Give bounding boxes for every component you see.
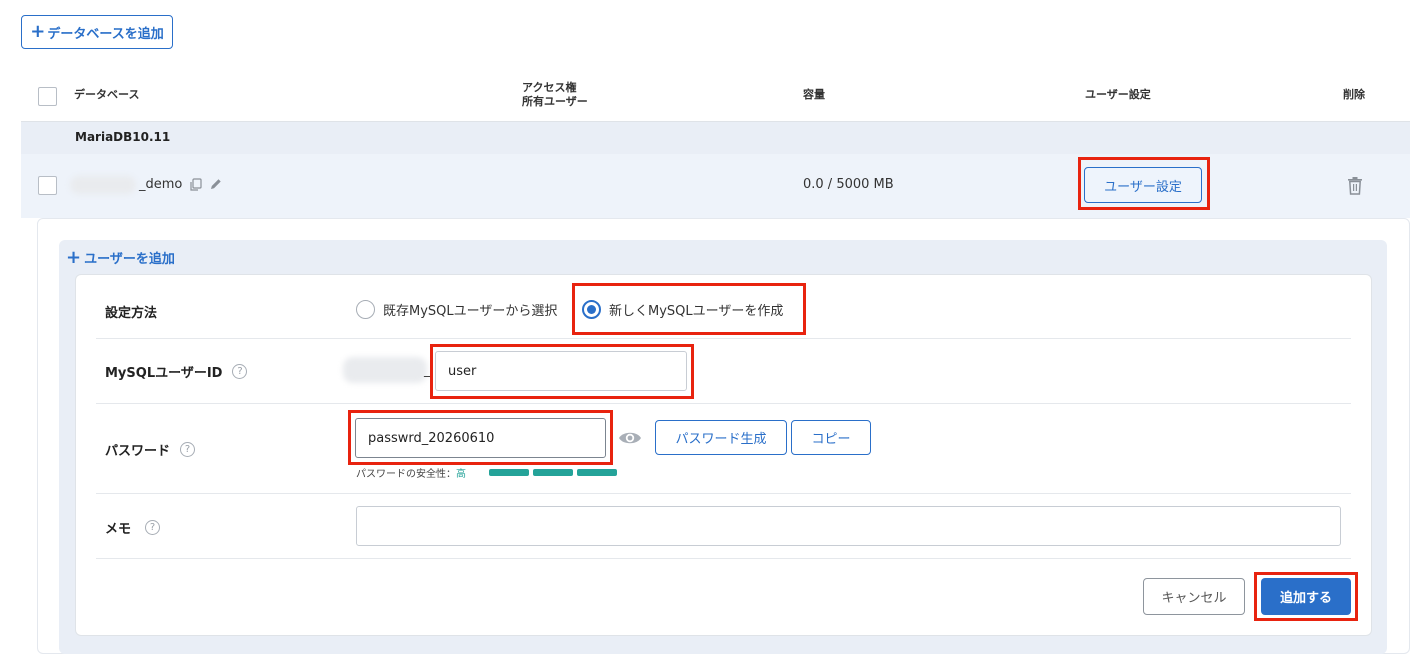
copy-icon[interactable] — [189, 177, 203, 191]
strength-bar-2 — [533, 469, 573, 476]
help-icon[interactable]: ? — [232, 364, 248, 379]
radio-existing-user[interactable]: 既存MySQLユーザーから選択 — [356, 300, 557, 319]
memo-label-group: メモ ? — [105, 518, 161, 537]
row-divider — [96, 338, 1351, 339]
password-label: パスワード — [105, 444, 171, 459]
header-capacity: 容量 — [803, 88, 825, 101]
radio-existing-label: 既存MySQLユーザーから選択 — [383, 304, 558, 319]
plus-icon: + — [30, 21, 46, 42]
method-label: 設定方法 — [105, 306, 158, 321]
db-group-header: MariaDB10.11 — [21, 122, 1410, 154]
userid-input[interactable]: user — [435, 351, 687, 391]
generate-password-button[interactable]: パスワード生成 — [655, 420, 787, 455]
userid-label: MySQLユーザーID — [105, 366, 223, 381]
add-user-title: ユーザーを追加 — [84, 252, 175, 267]
radio-new-user[interactable]: 新しくMySQLユーザーを作成 — [582, 300, 783, 319]
edit-icon[interactable] — [209, 176, 223, 190]
header-access-line1: アクセス権 — [522, 81, 577, 94]
redacted-user-prefix — [343, 357, 427, 383]
header-access: アクセス権 所有ユーザー — [522, 81, 588, 109]
add-database-button[interactable]: + データベースを追加 — [21, 15, 173, 49]
db-name-suffix: _demo — [139, 177, 183, 192]
memo-label: メモ — [105, 522, 132, 537]
redacted-db-name — [70, 176, 136, 194]
plus-icon: + — [66, 246, 82, 268]
select-all-checkbox[interactable] — [38, 87, 57, 106]
radio-existing-input[interactable] — [356, 300, 375, 319]
password-label-group: パスワード ? — [105, 440, 196, 459]
eye-icon[interactable] — [618, 429, 642, 447]
radio-new-label: 新しくMySQLユーザーを作成 — [609, 304, 784, 319]
password-input[interactable]: passwrd_20260610 — [355, 418, 606, 458]
db-capacity: 0.0 / 5000 MB — [803, 177, 894, 192]
row-divider — [96, 558, 1351, 559]
header-access-line2: 所有ユーザー — [522, 95, 588, 108]
row-divider — [96, 493, 1351, 494]
user-settings-button[interactable]: ユーザー設定 — [1084, 167, 1202, 203]
help-icon[interactable]: ? — [145, 520, 161, 535]
memo-input[interactable] — [356, 506, 1341, 546]
strength-bar-1 — [489, 469, 529, 476]
help-icon[interactable]: ? — [180, 442, 196, 457]
submit-add-button[interactable]: 追加する — [1261, 578, 1351, 615]
header-user-settings: ユーザー設定 — [1085, 88, 1151, 101]
strength-bar-3 — [577, 469, 617, 476]
row-checkbox[interactable] — [38, 176, 57, 195]
row-divider — [96, 403, 1351, 404]
header-delete: 削除 — [1343, 88, 1365, 101]
userid-label-group: MySQLユーザーID ? — [105, 362, 248, 381]
radio-new-input[interactable] — [582, 300, 601, 319]
password-strength-value: 高 — [456, 469, 466, 480]
password-strength: パスワードの安全性：高 — [356, 465, 466, 480]
header-database: データベース — [74, 88, 140, 101]
trash-icon[interactable] — [1346, 176, 1364, 195]
cancel-button[interactable]: キャンセル — [1143, 578, 1245, 615]
add-user-link[interactable]: + ユーザーを追加 — [66, 248, 175, 267]
add-database-label: データベースを追加 — [47, 26, 164, 42]
password-strength-label: パスワードの安全性： — [356, 469, 456, 480]
copy-password-button[interactable]: コピー — [791, 420, 871, 455]
